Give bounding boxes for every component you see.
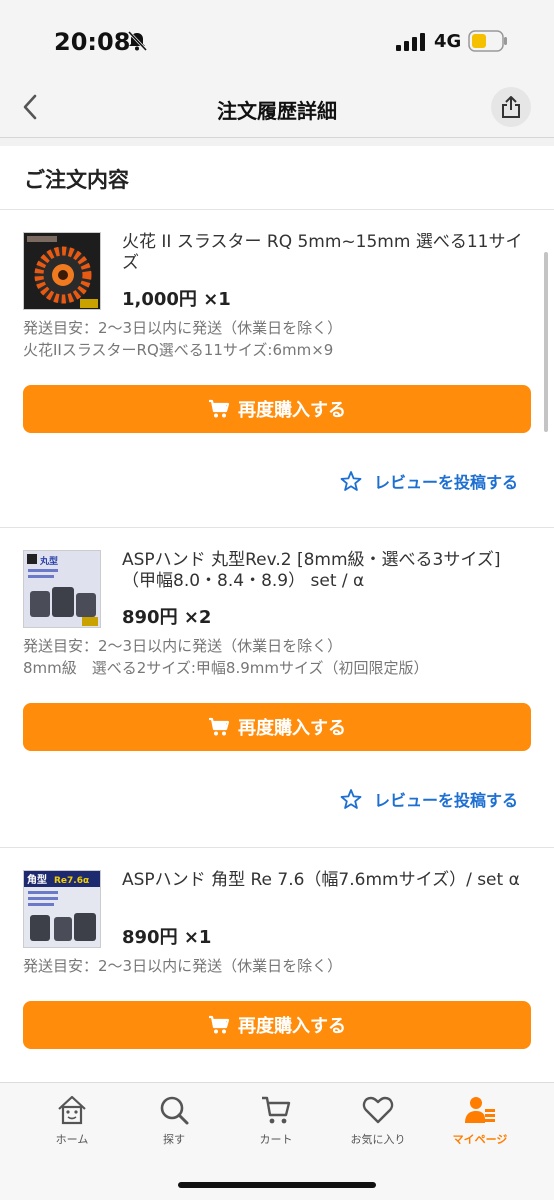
- rebuy-button[interactable]: 再度購入する: [23, 1001, 531, 1049]
- thruster-image-icon: [24, 233, 100, 309]
- review-label: レビューを投稿する: [373, 473, 518, 492]
- tab-favorites[interactable]: お気に入り: [328, 1093, 428, 1147]
- option-note: 火花IIスラスターRQ選べる11サイズ:6mm×9: [23, 341, 334, 359]
- cart-icon: [209, 399, 230, 418]
- rebuy-label: 再度購入する: [238, 400, 346, 421]
- product-price: 1,000円 ×1: [122, 289, 231, 310]
- share-button[interactable]: [491, 87, 531, 127]
- product-price: 890円 ×2: [122, 607, 212, 628]
- navigation-bar: 注文履歴詳細: [0, 80, 554, 138]
- hand-parts-image-icon: 丸型: [24, 551, 100, 627]
- tab-search[interactable]: 探す: [124, 1093, 224, 1147]
- shipping-note: 発送目安：2〜3日以内に発送（休業日を除く）: [23, 957, 343, 975]
- rebuy-label: 再度購入する: [238, 718, 346, 739]
- write-review-link[interactable]: レビューを投稿する: [340, 469, 518, 493]
- scrollbar[interactable]: [544, 252, 548, 432]
- shipping-note: 発送目安：2〜3日以内に発送（休業日を除く）: [23, 637, 343, 655]
- home-icon: [58, 1095, 86, 1125]
- product-thumbnail[interactable]: 丸型: [23, 550, 101, 628]
- tab-mypage-label: マイページ: [452, 1133, 508, 1146]
- battery-icon: [468, 30, 507, 52]
- rebuy-label: 再度購入する: [238, 1016, 346, 1037]
- tab-favorites-label: お気に入り: [350, 1133, 406, 1146]
- tab-cart[interactable]: カート: [226, 1093, 326, 1147]
- cart-icon: [209, 717, 230, 736]
- product-thumbnail[interactable]: [23, 232, 101, 310]
- hand-parts-image-icon: 角型 Re7.6α: [24, 871, 100, 947]
- tab-mypage[interactable]: マイページ: [430, 1093, 530, 1147]
- order-item: 丸型 ASPハンド 丸型Rev.2 [8mm級・選べる3サイズ]（甲幅8.0・8…: [0, 528, 554, 848]
- product-name[interactable]: 火花 II スラスター RQ 5mm~15mm 選べる11サイズ: [122, 232, 532, 274]
- star-outline-icon: [340, 471, 362, 491]
- review-label: レビューを投稿する: [373, 791, 518, 810]
- person-icon: [465, 1097, 495, 1123]
- shipping-note: 発送目安：2〜3日以内に発送（休業日を除く）: [23, 319, 343, 337]
- write-review-link[interactable]: レビューを投稿する: [340, 787, 518, 811]
- svg-text:丸型: 丸型: [39, 555, 58, 567]
- option-note: 8mm級 選べる2サイズ:甲幅8.9mmサイズ（初回限定版）: [23, 659, 429, 677]
- product-thumbnail[interactable]: 角型 Re7.6α: [23, 870, 101, 948]
- rebuy-button[interactable]: 再度購入する: [23, 385, 531, 433]
- bell-slash-icon: [127, 30, 148, 52]
- signal-icon: [396, 33, 425, 51]
- product-name[interactable]: ASPハンド 丸型Rev.2 [8mm級・選べる3サイズ]（甲幅8.0・8.4・…: [122, 550, 532, 592]
- tab-cart-label: カート: [259, 1133, 293, 1146]
- cart-icon: [262, 1096, 291, 1124]
- star-outline-icon: [340, 789, 362, 809]
- order-item: 角型 Re7.6α ASPハンド 角型 Re 7.6（幅7.6mmサイズ）/ s…: [0, 848, 554, 1082]
- page-title: 注文履歴詳細: [217, 99, 337, 123]
- status-bar: 20:08 4G: [0, 0, 554, 80]
- home-indicator[interactable]: [178, 1182, 376, 1188]
- tab-home-label: ホーム: [55, 1133, 89, 1146]
- tab-search-label: 探す: [163, 1133, 185, 1146]
- svg-text:Re7.6α: Re7.6α: [54, 876, 89, 886]
- cart-icon: [209, 1015, 230, 1034]
- share-icon: [502, 96, 520, 118]
- product-name[interactable]: ASPハンド 角型 Re 7.6（幅7.6mmサイズ）/ set α: [122, 870, 532, 891]
- order-content[interactable]: ご注文内容 火花 II スラスター RQ 5mm~15mm 選べる11サイズ 1…: [0, 146, 554, 1082]
- section-title: ご注文内容: [0, 146, 554, 210]
- order-item: 火花 II スラスター RQ 5mm~15mm 選べる11サイズ 1,000円 …: [0, 210, 554, 528]
- heart-icon: [362, 1096, 394, 1124]
- product-price: 890円 ×1: [122, 927, 212, 948]
- tab-home[interactable]: ホーム: [22, 1093, 122, 1147]
- status-time: 20:08: [54, 28, 131, 56]
- search-icon: [160, 1096, 189, 1125]
- network-label: 4G: [434, 31, 462, 52]
- svg-text:角型: 角型: [27, 873, 47, 886]
- rebuy-button[interactable]: 再度購入する: [23, 703, 531, 751]
